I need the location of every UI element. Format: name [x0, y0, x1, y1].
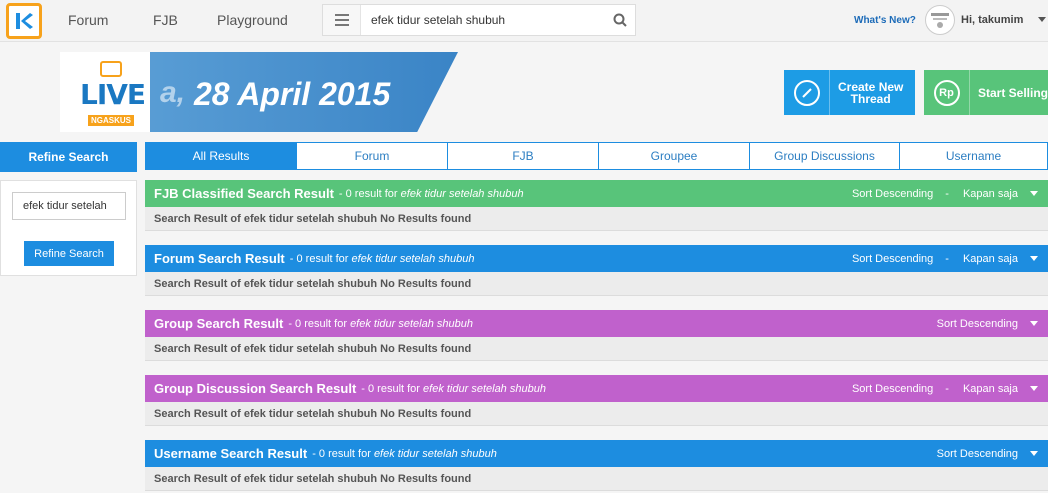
no-results-message: Search Result of efek tidur setelah shub…	[145, 207, 1048, 231]
tab-fjb[interactable]: FJB	[448, 142, 599, 170]
fjb-result-section: FJB Classified Search Result - 0 result …	[145, 180, 1048, 231]
chevron-down-icon[interactable]	[1030, 386, 1038, 391]
banner-ngaskus-text: NGASKUS	[88, 115, 135, 126]
tab-forum[interactable]: Forum	[297, 142, 448, 170]
search-bar	[322, 4, 636, 36]
result-meta: - 0 result for efek tidur setelah shubuh	[338, 187, 524, 200]
user-greeting[interactable]: Hi, takumim	[961, 14, 1023, 26]
refine-search-panel: Refine Search	[0, 180, 137, 276]
refine-search-input[interactable]	[12, 192, 126, 220]
tab-groupee[interactable]: Groupee	[599, 142, 750, 170]
result-header: Username Search Result - 0 result for ef…	[145, 440, 1048, 467]
result-meta: - 0 result for efek tidur setelah shubuh	[289, 252, 475, 265]
result-controls: Sort Descending	[937, 310, 1048, 337]
rupiah-icon: Rp	[933, 79, 960, 106]
tab-group-discussions[interactable]: Group Discussions	[750, 142, 900, 170]
sort-dropdown[interactable]: Sort Descending	[852, 253, 933, 265]
search-icon	[613, 13, 627, 27]
sort-dropdown[interactable]: Sort Descending	[852, 383, 933, 395]
camera-icon	[100, 61, 122, 77]
start-selling-button[interactable]: Rp Start Selling	[924, 70, 1048, 115]
group-result-section: Group Search Result - 0 result for efek …	[145, 310, 1048, 361]
chevron-down-icon[interactable]	[1030, 191, 1038, 196]
create-thread-line2: Thread	[850, 91, 891, 106]
result-meta: - 0 result for efek tidur setelah shubuh	[312, 447, 497, 460]
result-header: Forum Search Result - 0 result for efek …	[145, 245, 1048, 272]
sort-dropdown[interactable]: Sort Descending	[937, 318, 1018, 330]
avatar[interactable]	[925, 5, 955, 35]
result-controls: Sort Descending - Kapan saja	[852, 375, 1048, 402]
kaskus-k-icon	[16, 13, 33, 29]
time-dropdown[interactable]: Kapan saja	[963, 383, 1018, 395]
chevron-down-icon[interactable]	[1030, 256, 1038, 261]
result-controls: Sort Descending - Kapan saja	[852, 245, 1048, 272]
nav-forum[interactable]: Forum	[68, 12, 108, 28]
sort-dropdown[interactable]: Sort Descending	[852, 188, 933, 200]
hamburger-icon	[334, 14, 349, 26]
banner-live-text: LIVE	[80, 78, 146, 111]
banner-date-prefix: a,	[160, 76, 186, 109]
pencil-icon	[793, 79, 820, 106]
separator: -	[945, 187, 949, 200]
create-thread-icon-box	[784, 70, 830, 115]
kaskus-logo[interactable]	[6, 3, 42, 39]
result-meta: - 0 result for efek tidur setelah shubuh	[288, 317, 473, 330]
create-new-thread-button[interactable]: Create New Thread	[784, 70, 915, 115]
separator: -	[945, 252, 949, 265]
result-controls: Sort Descending - Kapan saja	[852, 180, 1048, 207]
result-title: Group Discussion Search Result	[154, 381, 357, 396]
avatar-image-icon	[931, 13, 949, 28]
result-meta: - 0 result for efek tidur setelah shubuh	[361, 382, 546, 395]
result-title: Username Search Result	[154, 446, 308, 461]
result-header: Group Search Result - 0 result for efek …	[145, 310, 1048, 337]
time-dropdown[interactable]: Kapan saja	[963, 188, 1018, 200]
result-header: FJB Classified Search Result - 0 result …	[145, 180, 1048, 207]
no-results-message: Search Result of efek tidur setelah shub…	[145, 337, 1048, 361]
search-button[interactable]	[605, 5, 635, 35]
result-title: FJB Classified Search Result	[154, 186, 334, 201]
result-title: Forum Search Result	[154, 251, 285, 266]
sort-dropdown[interactable]: Sort Descending	[937, 448, 1018, 460]
refine-search-button[interactable]: Refine Search	[24, 241, 114, 266]
username-result-section: Username Search Result - 0 result for ef…	[145, 440, 1048, 491]
banner-date: 28 April 2015	[194, 76, 391, 112]
create-thread-line1: Create New	[838, 79, 904, 94]
result-title: Group Search Result	[154, 316, 284, 331]
separator: -	[945, 382, 949, 395]
no-results-message: Search Result of efek tidur setelah shub…	[145, 402, 1048, 426]
result-header: Group Discussion Search Result - 0 resul…	[145, 375, 1048, 402]
result-controls: Sort Descending	[937, 440, 1048, 467]
hamburger-menu-button[interactable]	[323, 5, 361, 35]
chevron-down-icon[interactable]	[1030, 321, 1038, 326]
start-selling-icon-box: Rp	[924, 70, 970, 115]
tab-username[interactable]: Username	[900, 142, 1048, 170]
whats-new-link[interactable]: What's New?	[854, 15, 916, 26]
user-menu-caret-icon[interactable]	[1038, 17, 1046, 22]
create-thread-label: Create New Thread	[830, 81, 903, 105]
chevron-down-icon[interactable]	[1030, 451, 1038, 456]
top-bar: Forum FJB Playground What's New? Hi, tak…	[0, 0, 1048, 42]
refine-search-header: Refine Search	[0, 142, 137, 172]
time-dropdown[interactable]: Kapan saja	[963, 253, 1018, 265]
search-input[interactable]	[361, 5, 605, 35]
no-results-message: Search Result of efek tidur setelah shub…	[145, 467, 1048, 491]
nav-playground[interactable]: Playground	[217, 12, 288, 28]
nav-fjb[interactable]: FJB	[153, 12, 178, 28]
no-results-message: Search Result of efek tidur setelah shub…	[145, 272, 1048, 296]
result-tabs: All Results Forum FJB Groupee Group Disc…	[145, 142, 1048, 170]
start-selling-label: Start Selling	[978, 85, 1048, 100]
group-discussion-result-section: Group Discussion Search Result - 0 resul…	[145, 375, 1048, 426]
forum-result-section: Forum Search Result - 0 result for efek …	[145, 245, 1048, 296]
tab-all-results[interactable]: All Results	[145, 142, 297, 170]
